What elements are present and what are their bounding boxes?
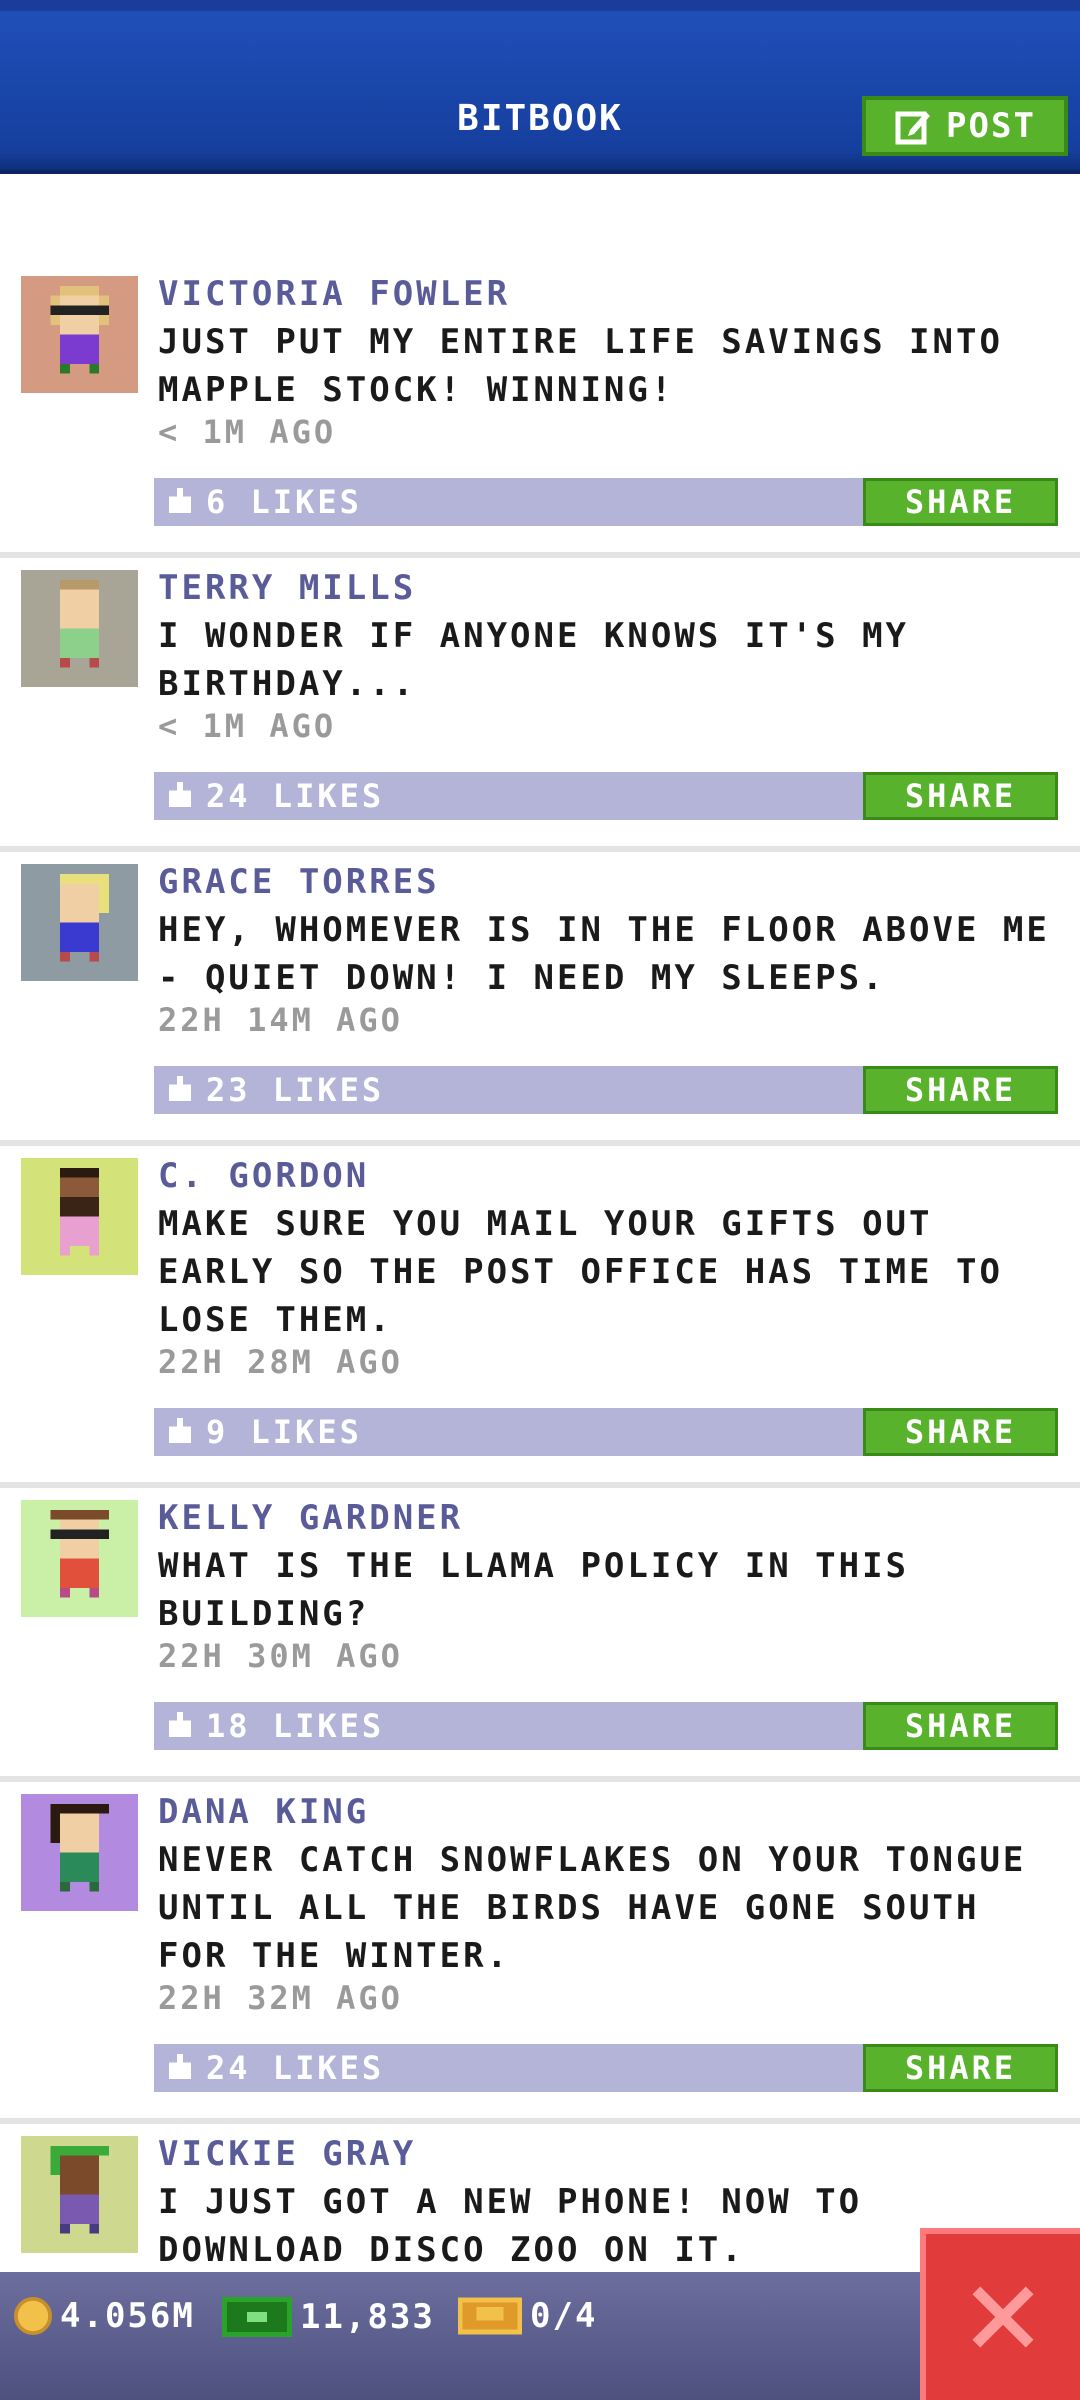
post-item: KELLY GARDNER WHAT IS THE LLAMA POLICY I… — [0, 1498, 1080, 1782]
post-text: HEY, WHOMEVER IS IN THE FLOOR ABOVE ME -… — [158, 910, 1050, 998]
coin-icon — [14, 2297, 52, 2335]
edit-icon — [895, 111, 931, 145]
share-button[interactable]: SHARE — [863, 772, 1058, 820]
post-item: C. GORDON MAKE SURE YOU MAIL YOUR GIFTS … — [0, 1156, 1080, 1488]
post-button[interactable]: POST — [862, 96, 1068, 156]
likes-count: 24 LIKES — [206, 2049, 385, 2087]
like-icon — [168, 1076, 192, 1102]
post-author[interactable]: KELLY GARDNER — [158, 1498, 463, 1538]
post-timestamp: 22H 28M AGO — [158, 1343, 403, 1381]
post-item: TERRY MILLS I WONDER IF ANYONE KNOWS IT'… — [0, 568, 1080, 852]
header-bar: BITBOOK POST — [0, 0, 1080, 174]
post-author[interactable]: DANA KING — [158, 1792, 369, 1832]
news-feed[interactable]: VICTORIA FOWLER JUST PUT MY ENTIRE LIFE … — [0, 174, 1080, 2274]
likes-bar[interactable]: 6 LIKES SHARE — [154, 478, 1058, 526]
likes-count: 18 LIKES — [206, 1707, 385, 1745]
avatar — [21, 1158, 138, 1275]
share-button[interactable]: SHARE — [863, 1066, 1058, 1114]
avatar — [21, 276, 138, 393]
avatar — [21, 1794, 138, 1911]
post-text: I WONDER IF ANYONE KNOWS IT'S MY BIRTHDA… — [158, 616, 910, 704]
likes-bar[interactable]: 24 LIKES SHARE — [154, 772, 1058, 820]
post-author[interactable]: VICTORIA FOWLER — [158, 274, 510, 314]
post-item: VICKIE GRAY I JUST GOT A NEW PHONE! NOW … — [0, 2134, 1080, 2274]
post-author[interactable]: GRACE TORRES — [158, 862, 440, 902]
bux-icon — [222, 2297, 292, 2337]
post-author[interactable]: C. GORDON — [158, 1156, 369, 1196]
close-icon — [972, 2286, 1034, 2348]
post-timestamp: < 1M AGO — [158, 707, 337, 745]
bux-stat: 11,833 — [222, 2296, 435, 2338]
post-timestamp: 22H 14M AGO — [158, 1001, 403, 1039]
like-icon — [168, 1712, 192, 1738]
post-author[interactable]: TERRY MILLS — [158, 568, 416, 608]
avatar — [21, 2136, 138, 2253]
likes-count: 9 LIKES — [206, 1413, 362, 1451]
tickets-value: 0/4 — [530, 2296, 598, 2336]
post-timestamp: 22H 30M AGO — [158, 1637, 403, 1675]
share-button[interactable]: SHARE — [863, 478, 1058, 526]
bux-value: 11,833 — [300, 2297, 435, 2337]
post-button-label: POST — [946, 106, 1036, 146]
share-button[interactable]: SHARE — [863, 1408, 1058, 1456]
post-text: MAKE SURE YOU MAIL YOUR GIFTS OUT EARLY … — [158, 1204, 1003, 1340]
likes-bar[interactable]: 24 LIKES SHARE — [154, 2044, 1058, 2092]
post-item: DANA KING NEVER CATCH SNOWFLAKES ON YOUR… — [0, 1792, 1080, 2124]
post-text: JUST PUT MY ENTIRE LIFE SAVINGS INTO MAP… — [158, 322, 1003, 410]
likes-count: 24 LIKES — [206, 777, 385, 815]
likes-count: 6 LIKES — [206, 483, 362, 521]
post-timestamp: 22H 32M AGO — [158, 1979, 403, 2017]
likes-bar[interactable]: 23 LIKES SHARE — [154, 1066, 1058, 1114]
ticket-icon — [458, 2297, 522, 2335]
post-author[interactable]: VICKIE GRAY — [158, 2134, 416, 2174]
likes-bar[interactable]: 9 LIKES SHARE — [154, 1408, 1058, 1456]
share-button[interactable]: SHARE — [863, 2044, 1058, 2092]
avatar — [21, 864, 138, 981]
post-item: VICTORIA FOWLER JUST PUT MY ENTIRE LIFE … — [0, 274, 1080, 558]
tickets-stat: 0/4 — [458, 2296, 597, 2336]
avatar — [21, 570, 138, 687]
like-icon — [168, 2054, 192, 2080]
post-text: WHAT IS THE LLAMA POLICY IN THIS BUILDIN… — [158, 1546, 910, 1634]
avatar — [21, 1500, 138, 1617]
coins-stat: 4.056M — [14, 2296, 195, 2336]
post-text: NEVER CATCH SNOWFLAKES ON YOUR TONGUE UN… — [158, 1840, 1027, 1976]
currency-bar: 4.056M 11,833 0/4 — [0, 2272, 1080, 2400]
likes-count: 23 LIKES — [206, 1071, 385, 1109]
like-icon — [168, 1418, 192, 1444]
share-button[interactable]: SHARE — [863, 1702, 1058, 1750]
post-timestamp: < 1M AGO — [158, 413, 337, 451]
post-item: GRACE TORRES HEY, WHOMEVER IS IN THE FLO… — [0, 862, 1080, 1146]
close-button[interactable] — [920, 2228, 1080, 2400]
likes-bar[interactable]: 18 LIKES SHARE — [154, 1702, 1058, 1750]
like-icon — [168, 782, 192, 808]
like-icon — [168, 488, 192, 514]
coins-value: 4.056M — [60, 2296, 195, 2336]
